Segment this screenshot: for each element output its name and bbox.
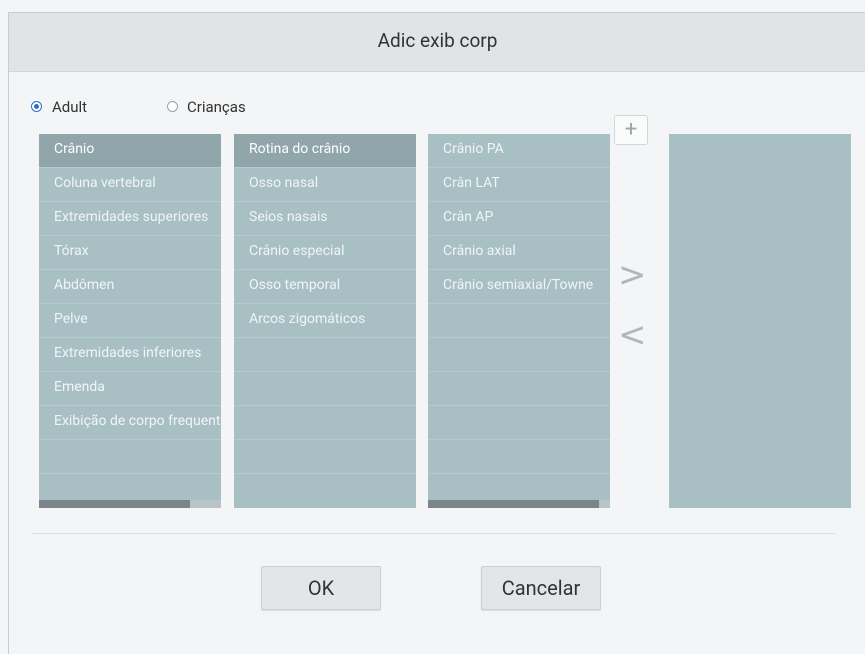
list-item[interactable] bbox=[234, 440, 416, 474]
list-item[interactable]: Crânio especial bbox=[234, 236, 416, 270]
list-item[interactable]: Crânio axial bbox=[428, 236, 610, 270]
list-item[interactable] bbox=[234, 338, 416, 372]
list-item[interactable] bbox=[39, 440, 221, 474]
list-item[interactable]: Emenda bbox=[39, 372, 221, 406]
list-item[interactable]: Crân AP bbox=[428, 202, 610, 236]
radio-adult-label[interactable]: Adult bbox=[52, 98, 87, 116]
dialog-title: Adic exib corp bbox=[377, 29, 498, 52]
list-item[interactable]: Osso temporal bbox=[234, 270, 416, 304]
list-item[interactable]: Exibição de corpo frequente bbox=[39, 406, 221, 440]
ok-button[interactable]: OK bbox=[261, 566, 381, 610]
divider bbox=[31, 533, 835, 534]
list-item[interactable]: Extremidades superiores bbox=[39, 202, 221, 236]
body-part-list[interactable]: Crânio Coluna vertebral Extremidades super… bbox=[39, 134, 221, 508]
cancel-button[interactable]: Cancelar bbox=[481, 566, 601, 610]
scrollbar-thumb[interactable] bbox=[39, 500, 191, 508]
list-item[interactable]: Extremidades inferiores bbox=[39, 338, 221, 372]
list-item[interactable] bbox=[428, 338, 610, 372]
list-item[interactable]: Osso nasal bbox=[234, 168, 416, 202]
list-item[interactable]: Tórax bbox=[39, 236, 221, 270]
list-item[interactable] bbox=[234, 406, 416, 440]
horizontal-scrollbar[interactable] bbox=[428, 500, 610, 508]
list-item[interactable]: Arcos zigomáticos bbox=[234, 304, 416, 338]
radio-children[interactable] bbox=[167, 101, 178, 112]
list-item[interactable]: Crânio bbox=[39, 134, 221, 168]
dialog-title-bar: Adic exib corp bbox=[9, 13, 865, 72]
view-list[interactable]: Crânio PA Crân LAT Crân AP Crânio axial Crân… bbox=[428, 134, 610, 508]
list-item[interactable] bbox=[234, 372, 416, 406]
list-item[interactable] bbox=[428, 440, 610, 474]
horizontal-scrollbar[interactable] bbox=[39, 500, 221, 508]
exam-list[interactable]: Rotina do crânio Osso nasal Seios nasais Cr… bbox=[234, 134, 416, 508]
list-item[interactable]: Pelve bbox=[39, 304, 221, 338]
selected-views-list[interactable] bbox=[669, 134, 851, 508]
list-item[interactable] bbox=[428, 372, 610, 406]
list-item[interactable]: Coluna vertebral bbox=[39, 168, 221, 202]
list-item[interactable]: Abdômen bbox=[39, 270, 221, 304]
list-item[interactable] bbox=[428, 304, 610, 338]
scrollbar-thumb[interactable] bbox=[428, 500, 600, 508]
list-item[interactable] bbox=[428, 406, 610, 440]
add-button[interactable]: + bbox=[614, 115, 648, 145]
list-item[interactable]: Crânio PA bbox=[428, 134, 610, 168]
radio-children-label[interactable]: Crianças bbox=[187, 98, 246, 116]
list-item[interactable]: Crânio semiaxial/Towne bbox=[428, 270, 610, 304]
move-left-icon[interactable]: < bbox=[618, 315, 647, 355]
move-right-icon[interactable]: > bbox=[618, 255, 647, 295]
list-item[interactable]: Crân LAT bbox=[428, 168, 610, 202]
radio-adult[interactable] bbox=[31, 101, 42, 112]
list-item[interactable]: Rotina do crânio bbox=[234, 134, 416, 168]
list-item[interactable]: Seios nasais bbox=[234, 202, 416, 236]
